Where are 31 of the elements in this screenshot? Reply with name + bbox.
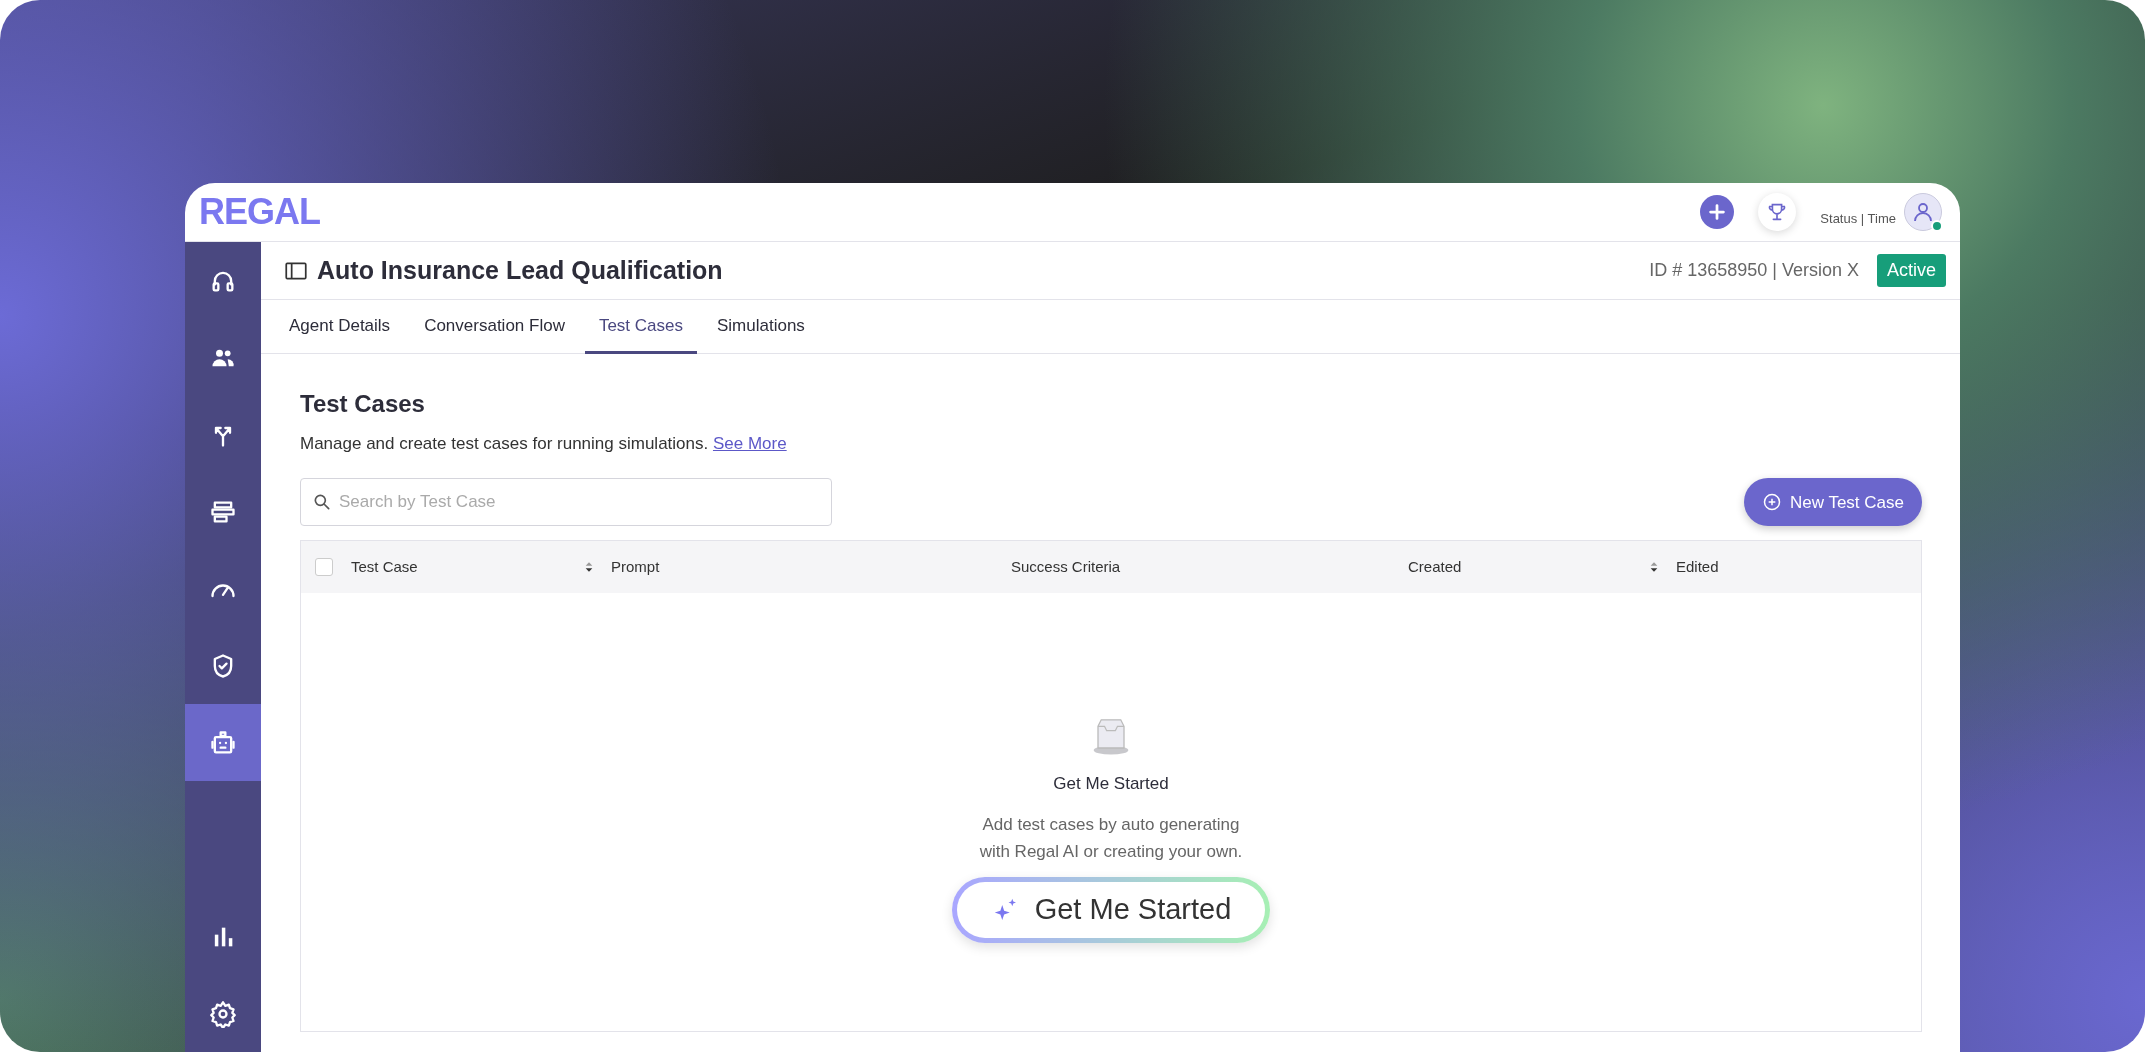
column-header[interactable]: Created [1408, 556, 1462, 579]
settings-icon [209, 999, 237, 1028]
plus-circle-icon [1762, 492, 1782, 513]
select-all-checkbox[interactable] [315, 558, 333, 577]
tab[interactable]: Simulations [703, 300, 819, 354]
empty-state-text: Add test cases by auto generating with Regal AI or creating your own. [978, 813, 1244, 863]
section-title: Test Cases [300, 390, 426, 419]
tab[interactable]: Conversation Flow [410, 300, 579, 354]
person-icon [1911, 200, 1935, 224]
robot-icon [209, 728, 237, 757]
search-field[interactable]: Search by Test Case [300, 478, 832, 527]
page-title: Auto Insurance Lead Qualification [317, 254, 723, 286]
tab[interactable]: Agent Details [275, 300, 405, 354]
logo: REGAL [199, 194, 320, 230]
status-badge: Active [1876, 254, 1946, 287]
add-button[interactable] [1700, 195, 1735, 229]
see-more-link[interactable]: See More [712, 433, 787, 453]
online-status-dot [1931, 220, 1943, 232]
sidebar-item[interactable] [185, 704, 261, 781]
trophy-button[interactable] [1758, 193, 1797, 231]
status-text: Status | Time [1820, 210, 1896, 229]
column-header[interactable]: Test Case [351, 556, 418, 579]
tab[interactable]: Test Cases [584, 300, 697, 354]
column-header[interactable]: Success Criteria [1011, 556, 1121, 579]
section-description: Manage and create test cases for running simulations. See More [300, 432, 788, 455]
id-version-text: ID # 13658950 | Version X [1649, 259, 1859, 282]
column-header[interactable]: Prompt [611, 556, 660, 579]
empty-state-title: Get Me Started [1053, 773, 1169, 796]
new-test-case-button[interactable]: New Test Case [1744, 478, 1922, 527]
avatar[interactable] [1904, 193, 1942, 231]
column-header[interactable]: Edited [1676, 556, 1719, 579]
